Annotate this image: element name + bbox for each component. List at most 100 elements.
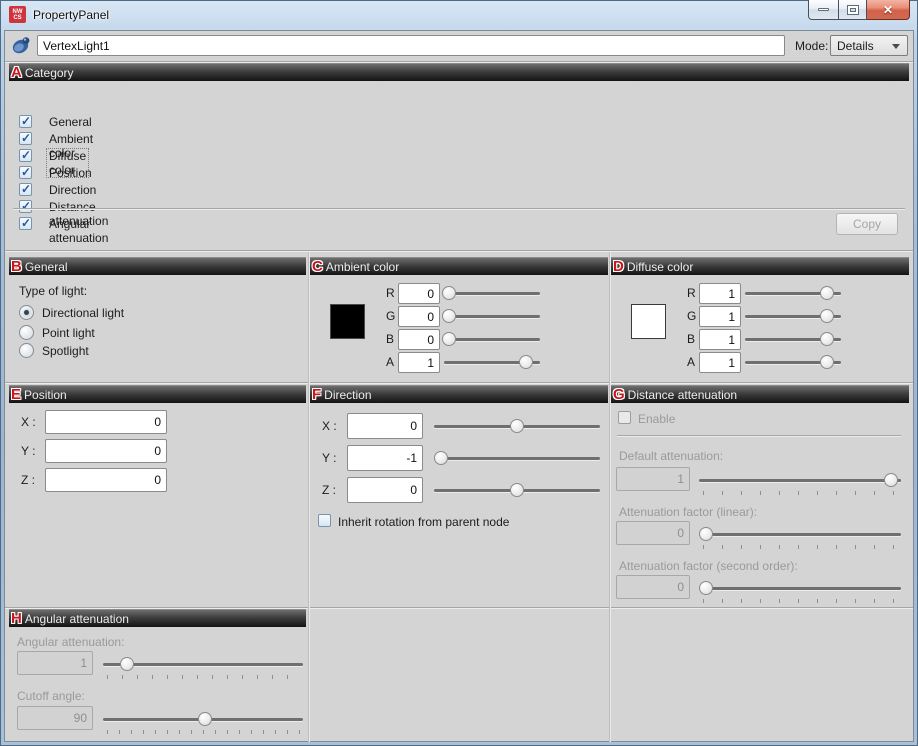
slider-thumb[interactable]: [519, 355, 533, 369]
checkbox-unchecked-icon[interactable]: [618, 411, 631, 424]
diffuse-r-field[interactable]: [699, 283, 741, 304]
slider-thumb[interactable]: [434, 451, 448, 465]
section-category: A Category General Ambient color Diffuse…: [9, 63, 909, 249]
diffuse-color-swatch[interactable]: [631, 304, 666, 339]
section-title: Angular attenuation: [25, 612, 129, 626]
diffuse-r-slider[interactable]: [745, 284, 841, 302]
title-bar[interactable]: NW CS PropertyPanel ✕: [0, 0, 918, 30]
slider-thumb[interactable]: [820, 332, 834, 346]
slider-thumb[interactable]: [120, 657, 134, 671]
category-item-label[interactable]: Direction: [47, 183, 98, 197]
attenuation-second-order-field[interactable]: [616, 575, 690, 599]
attenuation-second-order-slider[interactable]: [699, 579, 901, 597]
default-attenuation-slider[interactable]: [699, 471, 901, 489]
slider-thumb[interactable]: [820, 355, 834, 369]
slider-thumb[interactable]: [442, 309, 456, 323]
direction-x-field[interactable]: [347, 413, 423, 439]
mode-label: Mode:: [795, 39, 828, 53]
diffuse-b-field[interactable]: [699, 329, 741, 350]
category-item-label[interactable]: Position: [47, 166, 94, 180]
default-attenuation-field[interactable]: [616, 467, 690, 491]
ambient-g-slider[interactable]: [444, 307, 540, 325]
attenuation-row-label: Attenuation factor (second order):: [619, 559, 798, 573]
diffuse-a-slider[interactable]: [745, 353, 841, 371]
channel-label: A: [386, 355, 394, 369]
slider-thumb[interactable]: [442, 286, 456, 300]
attenuation-row-label: Attenuation factor (linear):: [619, 505, 757, 519]
ambient-a-slider[interactable]: [444, 353, 540, 371]
section-category-header: A Category: [9, 63, 909, 81]
maximize-button[interactable]: [839, 0, 867, 20]
radio-icon[interactable]: [19, 343, 34, 358]
ambient-a-field[interactable]: [398, 352, 440, 373]
slider-ticks: [703, 545, 899, 549]
diffuse-a-field[interactable]: [699, 352, 741, 373]
slider-thumb[interactable]: [442, 332, 456, 346]
enable-label[interactable]: Enable: [638, 412, 675, 426]
slider-thumb[interactable]: [884, 473, 898, 487]
radio-selected-icon[interactable]: [19, 305, 34, 320]
slider-thumb[interactable]: [699, 527, 713, 541]
category-item-label[interactable]: General: [47, 115, 94, 129]
attenuation-linear-slider[interactable]: [699, 525, 901, 543]
radio-label[interactable]: Directional light: [42, 306, 124, 320]
attenuation-linear-field[interactable]: [616, 521, 690, 545]
section-letter-badge: C: [312, 259, 323, 274]
ambient-b-field[interactable]: [398, 329, 440, 350]
mode-select[interactable]: Details: [830, 35, 908, 56]
cutoff-angle-slider[interactable]: [103, 710, 303, 728]
slider-track: [699, 479, 901, 482]
slider-thumb[interactable]: [198, 712, 212, 726]
position-y-field[interactable]: [45, 439, 167, 463]
checkbox-checked-icon[interactable]: [19, 132, 32, 145]
diffuse-g-field[interactable]: [699, 306, 741, 327]
direction-z-field[interactable]: [347, 477, 423, 503]
section-diffuse-color: D Diffuse color R G B A: [611, 257, 909, 379]
inherit-rotation-label[interactable]: Inherit rotation from parent node: [338, 515, 509, 529]
slider-ticks: [107, 730, 301, 734]
checkbox-checked-icon[interactable]: [19, 115, 32, 128]
section-distance-header: G Distance attenuation: [611, 385, 909, 403]
slider-thumb[interactable]: [510, 419, 524, 433]
copy-button[interactable]: Copy: [836, 213, 898, 235]
channel-label: R: [386, 286, 395, 300]
direction-y-slider[interactable]: [434, 449, 600, 467]
slider-thumb[interactable]: [510, 483, 524, 497]
checkbox-checked-icon[interactable]: [19, 200, 32, 213]
direction-x-slider[interactable]: [434, 417, 600, 435]
ambient-color-swatch[interactable]: [330, 304, 365, 339]
slider-thumb[interactable]: [699, 581, 713, 595]
close-icon: ✕: [883, 3, 893, 17]
cutoff-angle-field[interactable]: [17, 706, 93, 730]
node-name-input[interactable]: [37, 35, 785, 56]
diffuse-b-slider[interactable]: [745, 330, 841, 348]
checkbox-unchecked-icon[interactable]: [318, 514, 331, 527]
radio-label[interactable]: Spotlight: [42, 344, 89, 358]
ambient-r-slider[interactable]: [444, 284, 540, 302]
ambient-b-slider[interactable]: [444, 330, 540, 348]
position-z-field[interactable]: [45, 468, 167, 492]
close-button[interactable]: ✕: [867, 0, 910, 20]
maximize-icon: [848, 6, 858, 14]
angular-attenuation-field[interactable]: [17, 651, 93, 675]
slider-thumb[interactable]: [820, 309, 834, 323]
ambient-r-field[interactable]: [398, 283, 440, 304]
section-title: Position: [24, 388, 67, 402]
ambient-g-field[interactable]: [398, 306, 440, 327]
radio-label[interactable]: Point light: [42, 326, 95, 340]
slider-track: [444, 292, 540, 295]
category-item-label[interactable]: Angular attenuation: [47, 217, 110, 245]
checkbox-checked-icon[interactable]: [19, 149, 32, 162]
checkbox-checked-icon[interactable]: [19, 217, 32, 230]
minimize-button[interactable]: [808, 0, 839, 20]
chevron-down-icon: [892, 44, 900, 49]
direction-y-field[interactable]: [347, 445, 423, 471]
slider-thumb[interactable]: [820, 286, 834, 300]
direction-z-slider[interactable]: [434, 481, 600, 499]
diffuse-g-slider[interactable]: [745, 307, 841, 325]
angular-attenuation-slider[interactable]: [103, 655, 303, 673]
checkbox-checked-icon[interactable]: [19, 183, 32, 196]
checkbox-checked-icon[interactable]: [19, 166, 32, 179]
position-x-field[interactable]: [45, 410, 167, 434]
radio-icon[interactable]: [19, 325, 34, 340]
